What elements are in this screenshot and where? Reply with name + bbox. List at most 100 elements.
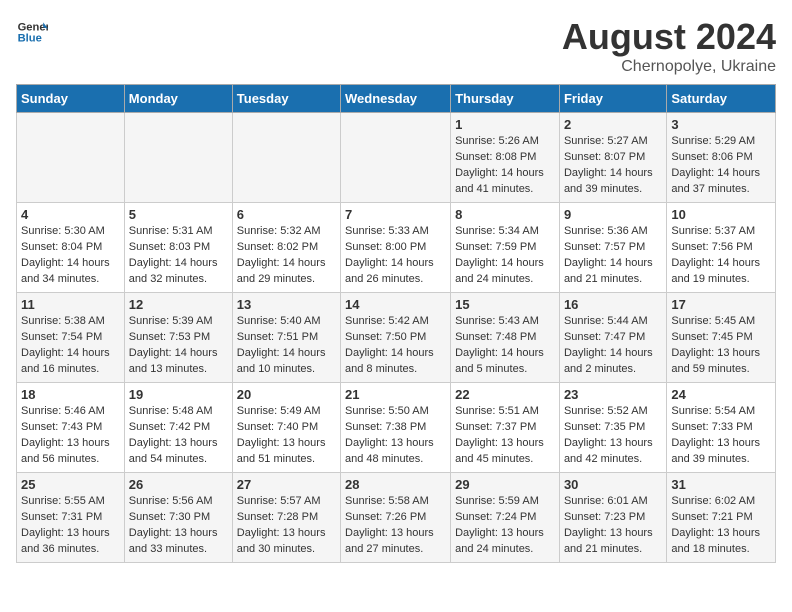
calendar-cell: 11 Sunrise: 5:38 AM Sunset: 7:54 PM Dayli…	[17, 293, 125, 383]
calendar-cell: 14Sunrise: 5:42 AM Sunset: 7:50 PM Dayli…	[341, 293, 451, 383]
calendar-cell: 17 Sunrise: 5:45 AM Sunset: 7:45 PM Dayli…	[667, 293, 776, 383]
calendar-cell: 28Sunrise: 5:58 AM Sunset: 7:26 PM Dayli…	[341, 473, 451, 563]
calendar-cell: 1Sunrise: 5:26 AM Sunset: 8:08 PM Daylig…	[451, 113, 560, 203]
day-info: Sunrise: 5:36 AM Sunset: 7:57 PM Dayligh…	[564, 224, 662, 288]
calendar-cell	[124, 113, 232, 203]
title-block: August 2024 Chernopolye, Ukraine	[562, 16, 776, 76]
day-info: Sunrise: 5:57 AM Sunset: 7:28 PM Dayligh…	[237, 494, 336, 558]
day-info: Sunrise: 5:27 AM Sunset: 8:07 PM Dayligh…	[564, 134, 662, 198]
day-number: 12	[129, 297, 228, 312]
logo: General Blue	[16, 16, 48, 48]
day-info: Sunrise: 5:37 AM Sunset: 7:56 PM Dayligh…	[671, 224, 771, 288]
day-number: 2	[564, 117, 662, 132]
day-number: 28	[345, 477, 446, 492]
calendar-cell: 29 Sunrise: 5:59 AM Sunset: 7:24 PM Dayli…	[451, 473, 560, 563]
calendar-cell	[341, 113, 451, 203]
day-number: 8	[455, 207, 555, 222]
calendar-cell: 18 Sunrise: 5:46 AM Sunset: 7:43 PM Dayli…	[17, 383, 125, 473]
day-info: Sunrise: 5:29 AM Sunset: 8:06 PM Dayligh…	[671, 134, 771, 198]
calendar-cell: 12 Sunrise: 5:39 AM Sunset: 7:53 PM Dayli…	[124, 293, 232, 383]
day-number: 17	[671, 297, 771, 312]
day-number: 30	[564, 477, 662, 492]
day-info: Sunrise: 5:40 AM Sunset: 7:51 PM Dayligh…	[237, 314, 336, 378]
calendar-cell: 26Sunrise: 5:56 AM Sunset: 7:30 PM Dayli…	[124, 473, 232, 563]
calendar-week-row: 25Sunrise: 5:55 AM Sunset: 7:31 PM Dayli…	[17, 473, 776, 563]
calendar-cell: 24 Sunrise: 5:54 AM Sunset: 7:33 PM Dayli…	[667, 383, 776, 473]
calendar-week-row: 18 Sunrise: 5:46 AM Sunset: 7:43 PM Dayli…	[17, 383, 776, 473]
location-subtitle: Chernopolye, Ukraine	[562, 58, 776, 76]
calendar-cell: 15 Sunrise: 5:43 AM Sunset: 7:48 PM Dayli…	[451, 293, 560, 383]
calendar-cell: 4 Sunrise: 5:30 AM Sunset: 8:04 PM Daylig…	[17, 203, 125, 293]
day-number: 9	[564, 207, 662, 222]
calendar-week-row: 1Sunrise: 5:26 AM Sunset: 8:08 PM Daylig…	[17, 113, 776, 203]
day-number: 26	[129, 477, 228, 492]
calendar-cell: 22 Sunrise: 5:51 AM Sunset: 7:37 PM Dayli…	[451, 383, 560, 473]
day-number: 19	[129, 387, 228, 402]
calendar-cell: 3 Sunrise: 5:29 AM Sunset: 8:06 PM Daylig…	[667, 113, 776, 203]
day-info: Sunrise: 5:51 AM Sunset: 7:37 PM Dayligh…	[455, 404, 555, 468]
calendar-week-row: 4 Sunrise: 5:30 AM Sunset: 8:04 PM Daylig…	[17, 203, 776, 293]
calendar-cell: 20 Sunrise: 5:49 AM Sunset: 7:40 PM Dayli…	[232, 383, 340, 473]
weekday-header-monday: Monday	[124, 85, 232, 113]
day-number: 22	[455, 387, 555, 402]
day-info: Sunrise: 5:45 AM Sunset: 7:45 PM Dayligh…	[671, 314, 771, 378]
day-number: 1	[455, 117, 555, 132]
weekday-header-friday: Friday	[559, 85, 666, 113]
weekday-header-wednesday: Wednesday	[341, 85, 451, 113]
calendar-cell	[232, 113, 340, 203]
calendar-cell: 6 Sunrise: 5:32 AM Sunset: 8:02 PM Daylig…	[232, 203, 340, 293]
day-number: 6	[237, 207, 336, 222]
day-number: 31	[671, 477, 771, 492]
day-info: Sunrise: 5:39 AM Sunset: 7:53 PM Dayligh…	[129, 314, 228, 378]
day-info: Sunrise: 5:48 AM Sunset: 7:42 PM Dayligh…	[129, 404, 228, 468]
day-number: 7	[345, 207, 446, 222]
day-number: 3	[671, 117, 771, 132]
weekday-header-sunday: Sunday	[17, 85, 125, 113]
day-number: 20	[237, 387, 336, 402]
calendar-cell: 25Sunrise: 5:55 AM Sunset: 7:31 PM Dayli…	[17, 473, 125, 563]
calendar-cell	[17, 113, 125, 203]
day-info: Sunrise: 5:52 AM Sunset: 7:35 PM Dayligh…	[564, 404, 662, 468]
weekday-header-row: SundayMondayTuesdayWednesdayThursdayFrid…	[17, 85, 776, 113]
calendar-cell: 23 Sunrise: 5:52 AM Sunset: 7:35 PM Dayli…	[559, 383, 666, 473]
day-number: 11	[21, 297, 120, 312]
day-info: Sunrise: 5:31 AM Sunset: 8:03 PM Dayligh…	[129, 224, 228, 288]
calendar-week-row: 11 Sunrise: 5:38 AM Sunset: 7:54 PM Dayli…	[17, 293, 776, 383]
day-number: 4	[21, 207, 120, 222]
calendar-cell: 21Sunrise: 5:50 AM Sunset: 7:38 PM Dayli…	[341, 383, 451, 473]
day-info: Sunrise: 5:38 AM Sunset: 7:54 PM Dayligh…	[21, 314, 120, 378]
day-number: 24	[671, 387, 771, 402]
day-info: Sunrise: 5:59 AM Sunset: 7:24 PM Dayligh…	[455, 494, 555, 558]
day-number: 27	[237, 477, 336, 492]
svg-text:Blue: Blue	[18, 33, 42, 45]
calendar-table: SundayMondayTuesdayWednesdayThursdayFrid…	[16, 84, 776, 563]
page-header: General Blue August 2024 Chernopolye, Uk…	[16, 16, 776, 76]
day-info: Sunrise: 5:43 AM Sunset: 7:48 PM Dayligh…	[455, 314, 555, 378]
calendar-cell: 30 Sunrise: 6:01 AM Sunset: 7:23 PM Dayli…	[559, 473, 666, 563]
weekday-header-thursday: Thursday	[451, 85, 560, 113]
calendar-cell: 19 Sunrise: 5:48 AM Sunset: 7:42 PM Dayli…	[124, 383, 232, 473]
day-info: Sunrise: 5:44 AM Sunset: 7:47 PM Dayligh…	[564, 314, 662, 378]
day-number: 10	[671, 207, 771, 222]
calendar-cell: 9 Sunrise: 5:36 AM Sunset: 7:57 PM Daylig…	[559, 203, 666, 293]
day-info: Sunrise: 5:30 AM Sunset: 8:04 PM Dayligh…	[21, 224, 120, 288]
calendar-cell: 27 Sunrise: 5:57 AM Sunset: 7:28 PM Dayli…	[232, 473, 340, 563]
day-number: 21	[345, 387, 446, 402]
day-info: Sunrise: 5:32 AM Sunset: 8:02 PM Dayligh…	[237, 224, 336, 288]
day-number: 29	[455, 477, 555, 492]
day-number: 23	[564, 387, 662, 402]
weekday-header-saturday: Saturday	[667, 85, 776, 113]
day-info: Sunrise: 5:46 AM Sunset: 7:43 PM Dayligh…	[21, 404, 120, 468]
day-number: 15	[455, 297, 555, 312]
day-info: Sunrise: 6:01 AM Sunset: 7:23 PM Dayligh…	[564, 494, 662, 558]
weekday-header-tuesday: Tuesday	[232, 85, 340, 113]
calendar-cell: 2 Sunrise: 5:27 AM Sunset: 8:07 PM Daylig…	[559, 113, 666, 203]
day-info: Sunrise: 5:55 AM Sunset: 7:31 PM Dayligh…	[21, 494, 120, 558]
calendar-cell: 31Sunrise: 6:02 AM Sunset: 7:21 PM Dayli…	[667, 473, 776, 563]
calendar-cell: 7Sunrise: 5:33 AM Sunset: 8:00 PM Daylig…	[341, 203, 451, 293]
day-number: 13	[237, 297, 336, 312]
day-info: Sunrise: 5:49 AM Sunset: 7:40 PM Dayligh…	[237, 404, 336, 468]
day-info: Sunrise: 5:42 AM Sunset: 7:50 PM Dayligh…	[345, 314, 446, 378]
day-number: 18	[21, 387, 120, 402]
day-info: Sunrise: 5:54 AM Sunset: 7:33 PM Dayligh…	[671, 404, 771, 468]
